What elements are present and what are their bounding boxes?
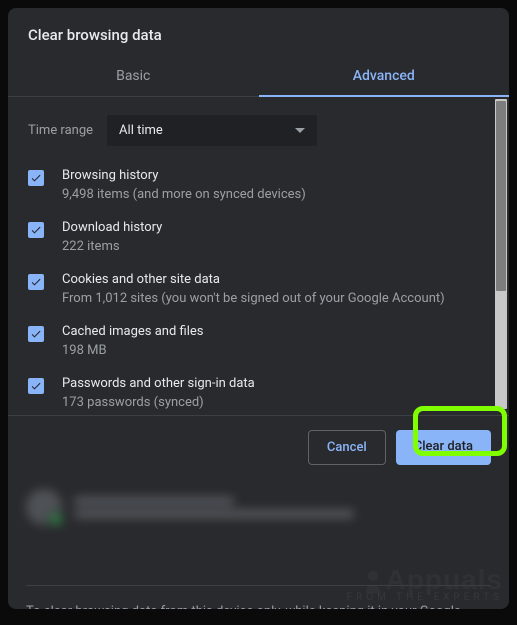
- check-icon: [30, 172, 42, 184]
- check-icon: [30, 380, 42, 392]
- scrollbar-thumb[interactable]: [496, 101, 506, 291]
- list-item: Browsing history 9,498 items (and more o…: [28, 168, 489, 202]
- checkbox-browsing-history[interactable]: [28, 170, 44, 186]
- time-range-value: All time: [119, 123, 163, 138]
- item-subtitle: From 1,012 sites (you won't be signed ou…: [62, 291, 445, 306]
- list-item: Download history 222 items: [28, 220, 489, 254]
- checkbox-cookies[interactable]: [28, 274, 44, 290]
- item-subtitle: 9,498 items (and more on synced devices): [62, 187, 306, 202]
- tab-advanced[interactable]: Advanced: [259, 56, 510, 96]
- item-title: Cached images and files: [62, 324, 203, 339]
- time-range-select[interactable]: All time: [107, 115, 317, 146]
- chevron-down-icon: [295, 128, 305, 133]
- footer: To clear browsing data from this device …: [26, 585, 491, 609]
- tab-bar: Basic Advanced: [8, 56, 509, 97]
- footer-text: To clear browsing data from this device …: [26, 604, 461, 609]
- checkbox-download-history[interactable]: [28, 222, 44, 238]
- item-title: Browsing history: [62, 168, 306, 183]
- item-subtitle: 173 passwords (synced): [62, 395, 255, 410]
- account-row: [8, 479, 509, 525]
- list-item: Cached images and files 198 MB: [28, 324, 489, 358]
- check-icon: [30, 224, 42, 236]
- check-icon: [30, 276, 42, 288]
- item-title: Cookies and other site data: [62, 272, 445, 287]
- item-title: Download history: [62, 220, 162, 235]
- list-item: Cookies and other site data From 1,012 s…: [28, 272, 489, 306]
- time-range-label: Time range: [28, 123, 93, 138]
- clear-data-button[interactable]: Clear data: [396, 430, 491, 465]
- item-subtitle: 222 items: [62, 239, 162, 254]
- item-subtitle: 198 MB: [62, 343, 203, 358]
- scrollbar[interactable]: [495, 99, 507, 409]
- item-title: Passwords and other sign-in data: [62, 376, 255, 391]
- dialog-title: Clear browsing data: [8, 8, 509, 56]
- dialog-body: Time range All time Browsing history 9,4…: [8, 97, 509, 415]
- checkbox-cached[interactable]: [28, 326, 44, 342]
- cancel-button[interactable]: Cancel: [308, 430, 386, 465]
- check-icon: [30, 328, 42, 340]
- list-item: Passwords and other sign-in data 173 pas…: [28, 376, 489, 410]
- dialog-actions: Cancel Clear data: [8, 415, 509, 479]
- time-range-row: Time range All time: [28, 115, 489, 146]
- checkbox-passwords[interactable]: [28, 378, 44, 394]
- avatar: [26, 489, 62, 525]
- clear-browsing-data-dialog: Clear browsing data Basic Advanced Time …: [8, 8, 509, 609]
- tab-basic[interactable]: Basic: [8, 56, 259, 96]
